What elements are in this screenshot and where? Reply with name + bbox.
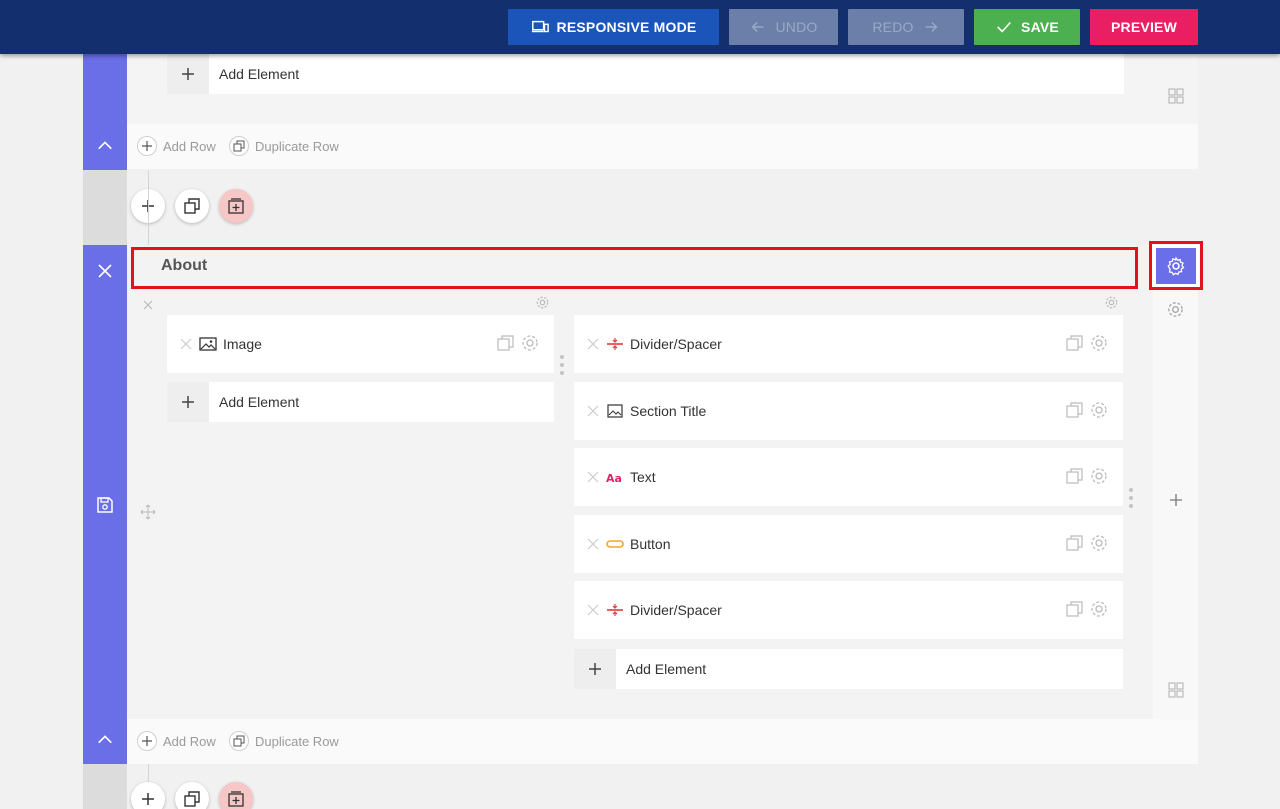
close-icon[interactable] <box>586 404 600 418</box>
gear-icon[interactable] <box>1089 333 1109 353</box>
duplicate-icon[interactable] <box>1065 599 1085 619</box>
close-icon[interactable] <box>586 537 600 551</box>
save-label: SAVE <box>1021 19 1059 35</box>
duplicate-section-button[interactable] <box>175 189 209 223</box>
devices-icon <box>531 20 549 33</box>
add-row-button[interactable]: Add Row <box>137 731 216 751</box>
responsive-mode-button[interactable]: RESPONSIVE MODE <box>508 9 719 45</box>
add-element-button[interactable]: Add Element <box>167 382 554 422</box>
plus-icon[interactable] <box>1168 492 1184 508</box>
plus-icon <box>142 141 152 151</box>
add-element-button[interactable]: Add Element <box>574 649 1123 689</box>
divider-icon <box>607 338 623 350</box>
close-icon[interactable] <box>179 337 193 351</box>
duplicate-row-button[interactable]: Duplicate Row <box>229 136 339 156</box>
text-icon: Aa <box>606 472 622 484</box>
duplicate-section-button[interactable] <box>175 782 209 809</box>
gear-icon[interactable] <box>1104 295 1119 310</box>
plus-icon <box>182 68 194 80</box>
duplicate-icon <box>233 735 245 747</box>
duplicate-icon <box>233 140 245 152</box>
responsive-mode-label: RESPONSIVE MODE <box>556 19 697 35</box>
duplicate-icon[interactable] <box>1065 533 1085 553</box>
section-settings-button[interactable] <box>1156 248 1196 284</box>
column-resize-handle[interactable] <box>1129 488 1133 508</box>
row-actions-bar: Add Row Duplicate Row <box>127 124 1198 169</box>
close-icon[interactable] <box>142 299 154 311</box>
preview-label: PREVIEW <box>1111 19 1177 35</box>
preview-button[interactable]: PREVIEW <box>1090 9 1198 45</box>
add-row-button[interactable]: Add Row <box>137 136 216 156</box>
element-divider-spacer[interactable]: Divider/Spacer <box>574 581 1123 639</box>
gear-icon[interactable] <box>1089 599 1109 619</box>
undo-label: UNDO <box>775 19 818 35</box>
gear-icon[interactable] <box>1089 533 1109 553</box>
chevron-up-icon[interactable] <box>96 137 114 155</box>
duplicate-icon[interactable] <box>496 333 516 353</box>
close-icon[interactable] <box>586 603 600 617</box>
save-section-template-button[interactable] <box>219 189 253 223</box>
arrow-right-icon <box>925 21 938 33</box>
gear-icon[interactable] <box>1089 400 1109 420</box>
plus-icon <box>182 396 194 408</box>
section-title-icon <box>607 404 623 418</box>
section-strip-gap <box>83 170 127 245</box>
duplicate-icon[interactable] <box>1065 466 1085 486</box>
element-button[interactable]: Button <box>574 515 1123 573</box>
section-title: About <box>161 257 208 274</box>
duplicate-row-button[interactable]: Duplicate Row <box>229 731 339 751</box>
archive-add-icon <box>228 791 244 807</box>
undo-button[interactable]: UNDO <box>729 9 838 45</box>
chevron-up-icon[interactable] <box>96 731 114 749</box>
redo-label: REDO <box>872 19 914 35</box>
svg-text:Aa: Aa <box>606 472 622 484</box>
plus-icon <box>142 793 154 805</box>
divider-icon <box>607 604 623 616</box>
gear-icon[interactable] <box>520 333 540 353</box>
section-title-bar[interactable]: About <box>131 247 1138 289</box>
save-disk-icon[interactable] <box>96 496 114 514</box>
row-strip-upper <box>83 54 127 170</box>
save-section-template-button[interactable] <box>219 782 253 809</box>
duplicate-icon[interactable] <box>1065 400 1085 420</box>
gear-icon[interactable] <box>535 295 550 310</box>
arrow-left-icon <box>752 21 764 33</box>
element-image[interactable]: Image <box>167 315 554 373</box>
plus-icon <box>142 736 152 746</box>
close-icon[interactable] <box>96 262 114 280</box>
move-icon[interactable] <box>140 504 156 520</box>
check-icon <box>997 21 1011 33</box>
section-strip-about <box>83 245 127 764</box>
archive-add-icon <box>228 198 244 214</box>
top-toolbar: RESPONSIVE MODE UNDO REDO SAVE PREVIEW <box>0 0 1280 54</box>
duplicate-icon <box>184 791 200 807</box>
image-icon <box>199 337 217 351</box>
button-icon <box>606 540 624 548</box>
close-icon[interactable] <box>586 337 600 351</box>
add-section-button[interactable] <box>131 782 165 809</box>
column-resize-handle[interactable] <box>560 355 564 375</box>
row-actions-bar: Add Row Duplicate Row <box>127 719 1198 764</box>
gear-icon[interactable] <box>1166 300 1185 319</box>
close-icon[interactable] <box>586 470 600 484</box>
redo-button[interactable]: REDO <box>848 9 964 45</box>
gear-icon[interactable] <box>1089 466 1109 486</box>
add-element-button[interactable]: Add Element <box>167 54 1124 94</box>
duplicate-icon[interactable] <box>1065 333 1085 353</box>
section-strip-gap <box>83 764 127 809</box>
gear-icon <box>1167 256 1185 276</box>
plus-icon <box>589 663 601 675</box>
element-divider-spacer[interactable]: Divider/Spacer <box>574 315 1123 373</box>
layout-grid-icon[interactable] <box>1167 681 1185 699</box>
element-text[interactable]: Aa Text <box>574 448 1123 506</box>
element-section-title[interactable]: Section Title <box>574 382 1123 440</box>
layout-grid-icon[interactable] <box>1167 87 1185 105</box>
duplicate-icon <box>184 198 200 214</box>
save-button[interactable]: SAVE <box>974 9 1080 45</box>
